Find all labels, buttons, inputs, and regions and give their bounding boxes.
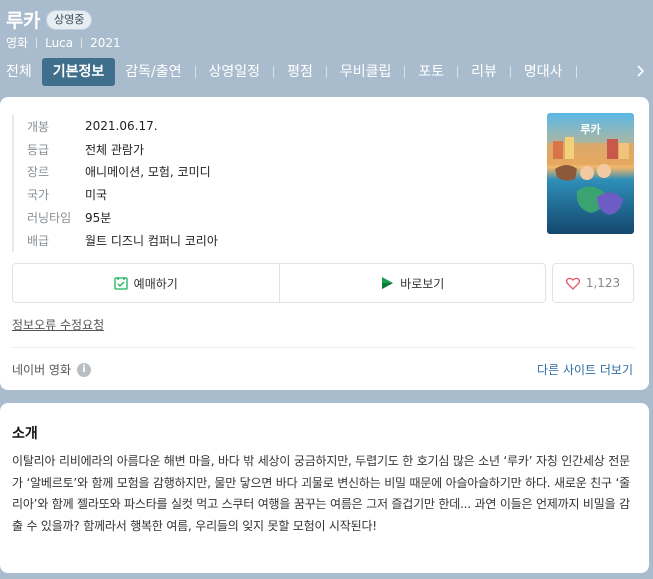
info-value: 2021.06.17. bbox=[85, 119, 158, 134]
tab-bar: 전체 기본정보 감독/출연 상영일정 평점 무비클립 포토 리뷰 명대사 bbox=[0, 57, 653, 87]
tab-director-cast[interactable]: 감독/출연 bbox=[119, 58, 187, 86]
tab-quotes[interactable]: 명대사 bbox=[518, 58, 569, 86]
tab-movie-clip[interactable]: 무비클립 bbox=[334, 58, 398, 86]
source-label: 네이버 영화 i bbox=[12, 361, 92, 378]
header: 루카 상영중 영화 Luca 2021 전체 기본정보 감독/출연 상영일정 평… bbox=[0, 0, 653, 92]
meta-divider bbox=[81, 37, 83, 48]
info-card: 개봉 2021.06.17. 등급 전체 관람가 장르 애니메이션, 모험, 코… bbox=[0, 97, 649, 390]
meta-type: 영화 bbox=[6, 36, 29, 50]
action-box: 예매하기 바로보기 bbox=[12, 263, 546, 303]
tab-divider bbox=[457, 66, 459, 78]
other-sites-link[interactable]: 다른 사이트 더보기 bbox=[537, 361, 633, 378]
tab-divider bbox=[575, 66, 577, 78]
info-key: 국가 bbox=[27, 188, 50, 203]
reserve-button[interactable]: 예매하기 bbox=[13, 264, 279, 302]
info-list: 개봉 2021.06.17. 등급 전체 관람가 장르 애니메이션, 모험, 코… bbox=[12, 115, 218, 252]
tab-photo[interactable]: 포토 bbox=[412, 58, 450, 86]
info-row-runtime: 러닝타임 95분 bbox=[27, 206, 218, 229]
tab-all[interactable]: 전체 bbox=[0, 58, 38, 86]
poster-title: 루카 bbox=[580, 122, 600, 136]
calendar-check-icon bbox=[114, 277, 128, 290]
tab-divider bbox=[273, 66, 275, 78]
info-key: 장르 bbox=[27, 165, 50, 180]
tab-review[interactable]: 리뷰 bbox=[465, 58, 503, 86]
info-key: 러닝타임 bbox=[27, 211, 72, 226]
info-key: 개봉 bbox=[27, 119, 50, 134]
reserve-label: 예매하기 bbox=[133, 276, 178, 291]
info-row-genre: 장르 애니메이션, 모험, 코미디 bbox=[27, 161, 218, 184]
intro-title: 소개 bbox=[12, 426, 38, 442]
info-value: 애니메이션, 모험, 코미디 bbox=[85, 165, 211, 180]
info-row-distributor: 배급 월트 디즈니 컴퍼니 코리아 bbox=[27, 229, 218, 252]
status-badge: 상영중 bbox=[45, 9, 93, 30]
tab-divider bbox=[194, 66, 196, 78]
page-title: 루카 bbox=[6, 10, 40, 32]
movie-poster[interactable]: 루카 bbox=[547, 113, 634, 234]
info-key: 등급 bbox=[27, 142, 50, 157]
info-row-country: 국가 미국 bbox=[27, 183, 218, 206]
meta-year: 2021 bbox=[90, 35, 121, 50]
tab-divider bbox=[325, 66, 327, 78]
like-count: 1,123 bbox=[585, 276, 621, 290]
tab-basic-info[interactable]: 기본정보 bbox=[41, 58, 116, 86]
info-value: 월트 디즈니 컴퍼니 코리아 bbox=[85, 233, 218, 248]
like-button[interactable]: 1,123 bbox=[552, 263, 634, 303]
tab-divider bbox=[404, 66, 406, 78]
info-value: 95분 bbox=[85, 211, 112, 226]
info-value: 전체 관람가 bbox=[85, 142, 145, 157]
info-value: 미국 bbox=[85, 188, 108, 203]
tab-divider bbox=[509, 66, 511, 78]
intro-card: 소개 이탈리아 리비에라의 아름다운 해변 마을, 바다 밖 세상이 궁금하지만… bbox=[0, 403, 649, 573]
play-icon bbox=[382, 277, 394, 289]
watch-now-label: 바로보기 bbox=[400, 276, 445, 291]
meta-divider bbox=[36, 37, 38, 48]
info-row-rating: 등급 전체 관람가 bbox=[27, 138, 218, 161]
meta-row: 영화 Luca 2021 bbox=[6, 34, 121, 51]
info-row-release: 개봉 2021.06.17. bbox=[27, 115, 218, 138]
source-name: 네이버 영화 bbox=[12, 363, 72, 377]
divider bbox=[12, 347, 634, 348]
tab-rating[interactable]: 평점 bbox=[281, 58, 319, 86]
info-icon[interactable]: i bbox=[77, 362, 92, 377]
intro-text: 이탈리아 리비에라의 아름다운 해변 마을, 바다 밖 세상이 궁금하지만, 두… bbox=[12, 454, 630, 533]
title-row: 루카 상영중 bbox=[6, 6, 93, 33]
heart-icon bbox=[565, 277, 580, 290]
watch-now-button[interactable]: 바로보기 bbox=[278, 264, 546, 302]
report-error-link[interactable]: 정보오류 수정요청 bbox=[12, 316, 104, 333]
tab-schedule[interactable]: 상영일정 bbox=[203, 58, 267, 86]
meta-original-title: Luca bbox=[45, 35, 74, 50]
info-key: 배급 bbox=[27, 233, 50, 248]
chevron-right-icon[interactable] bbox=[633, 63, 649, 79]
